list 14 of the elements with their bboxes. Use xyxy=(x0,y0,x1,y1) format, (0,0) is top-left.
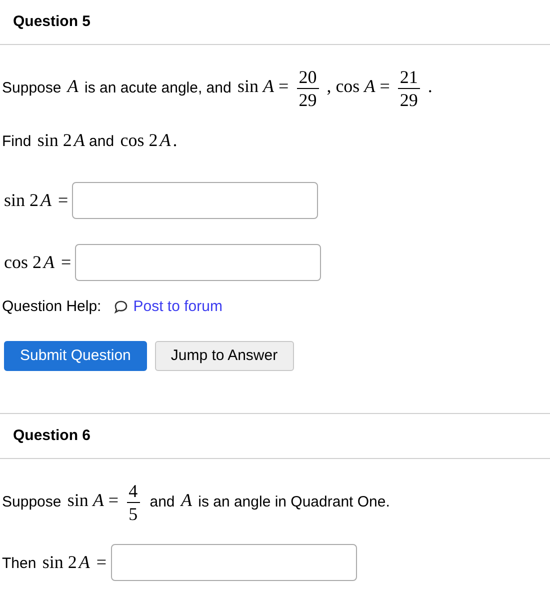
answer-label: sin 2A = xyxy=(3,188,70,212)
answer-label: cos 2A = xyxy=(3,250,72,274)
help-label: Question Help: xyxy=(2,296,102,317)
question-text: Find sin 2A and cos 2A. xyxy=(2,128,178,152)
jump-button[interactable]: Jump to Answer xyxy=(154,341,294,371)
question-title: Question 5 xyxy=(13,12,91,32)
question-title: Question 6 xyxy=(13,426,91,446)
answer-field[interactable] xyxy=(72,182,318,218)
submit-button[interactable]: Submit Question xyxy=(4,341,147,371)
answer-label: Then sin 2A = xyxy=(2,550,108,574)
forum-link[interactable]: Post to forum xyxy=(133,296,222,318)
answer-field[interactable] xyxy=(75,244,322,280)
answer-field[interactable] xyxy=(110,544,357,580)
speech-bubble-icon xyxy=(113,299,130,315)
